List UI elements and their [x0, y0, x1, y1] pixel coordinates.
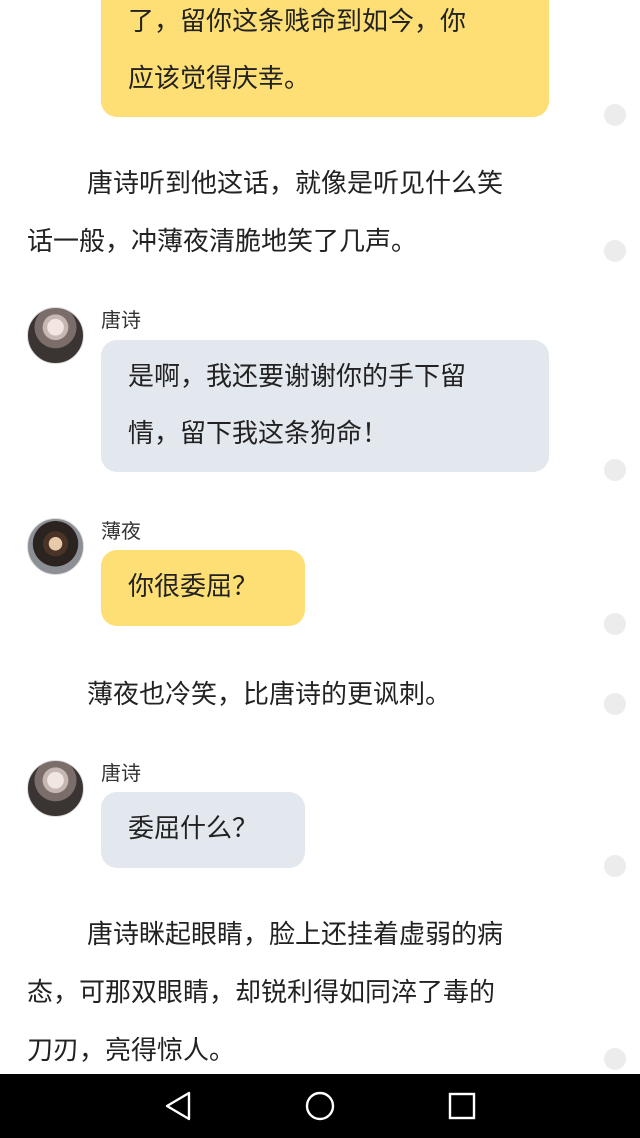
- bubble-line: 委屈什么？: [128, 814, 259, 844]
- bubble-line: 应该觉得庆幸。: [128, 64, 311, 94]
- narration-line: 话一般，冲薄夜清脆地笑了几声。: [27, 227, 418, 257]
- message-bubble-boye: 你很委屈？: [101, 550, 305, 626]
- narration-paragraph: 唐诗眯起眼睛，脸上还挂着虚弱的病 态，可那双眼睛，却锐利得如同淬了毒的 刀刃，亮…: [27, 906, 587, 1074]
- recent-square-icon[interactable]: [446, 1090, 478, 1122]
- narration-line: 唐诗听到他这话，就像是听见什么笑: [87, 169, 504, 199]
- comment-dot[interactable]: [604, 459, 626, 481]
- narration-line: 唐诗眯起眼睛，脸上还挂着虚弱的病: [87, 920, 504, 950]
- avatar-tangshi[interactable]: [27, 307, 84, 364]
- sender-name: 唐诗: [101, 761, 141, 785]
- avatar-tangshi[interactable]: [27, 760, 84, 817]
- bubble-line: 情，留下我这条狗命！: [128, 419, 389, 449]
- message-bubble-tangshi: 是啊，我还要谢谢你的手下留 情，留下我这条狗命！: [101, 340, 549, 472]
- sender-name: 唐诗: [101, 308, 141, 332]
- comment-dot[interactable]: [604, 240, 626, 262]
- comment-dot[interactable]: [604, 855, 626, 877]
- bubble-line: 你很委屈？: [128, 572, 259, 602]
- message-bubble-bomo-top: 了，留你这条贱命到如今，你 应该觉得庆幸。: [101, 0, 549, 117]
- narration-line: 刀刃，亮得惊人。: [27, 1036, 236, 1066]
- comment-dot[interactable]: [604, 613, 626, 635]
- narration-line: 态，可那双眼睛，却锐利得如同淬了毒的: [27, 978, 496, 1008]
- bubble-line: 了，留你这条贱命到如今，你: [128, 7, 467, 37]
- sender-name: 薄夜: [101, 519, 141, 543]
- narration-paragraph: 薄夜也冷笑，比唐诗的更讽刺。: [27, 666, 587, 724]
- bubble-line: 是啊，我还要谢谢你的手下留: [128, 362, 467, 392]
- message-bubble-tangshi: 委屈什么？: [101, 792, 305, 868]
- comment-dot[interactable]: [604, 104, 626, 126]
- chat-feed[interactable]: 了，留你这条贱命到如今，你 应该觉得庆幸。 唐诗听到他这话，就像是听见什么笑 话…: [0, 0, 640, 1074]
- avatar-boye[interactable]: [27, 518, 84, 575]
- system-navigation-bar: [0, 1074, 640, 1138]
- comment-dot[interactable]: [604, 693, 626, 715]
- back-triangle-icon[interactable]: [163, 1090, 195, 1122]
- narration-paragraph: 唐诗听到他这话，就像是听见什么笑 话一般，冲薄夜清脆地笑了几声。: [27, 155, 587, 271]
- home-circle-icon[interactable]: [304, 1090, 336, 1122]
- comment-dot[interactable]: [604, 1048, 626, 1070]
- narration-line: 薄夜也冷笑，比唐诗的更讽刺。: [87, 680, 452, 710]
